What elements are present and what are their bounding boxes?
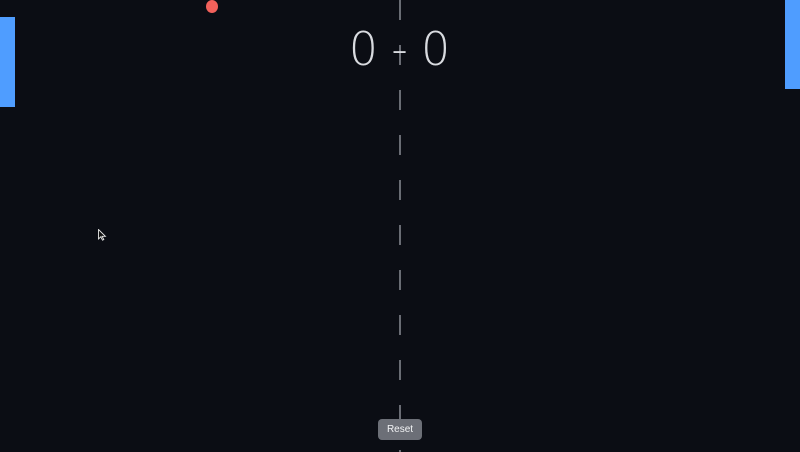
right-player-score: 0 [421,22,452,76]
reset-button[interactable]: Reset [378,419,422,440]
center-dashed-line [399,0,401,452]
ball [206,0,218,13]
pong-game-board[interactable]: 0-0 Reset [0,0,800,452]
left-player-score: 0 [348,22,379,76]
right-paddle [785,0,800,89]
left-paddle[interactable] [0,17,15,107]
mouse-pointer-icon [98,229,107,241]
